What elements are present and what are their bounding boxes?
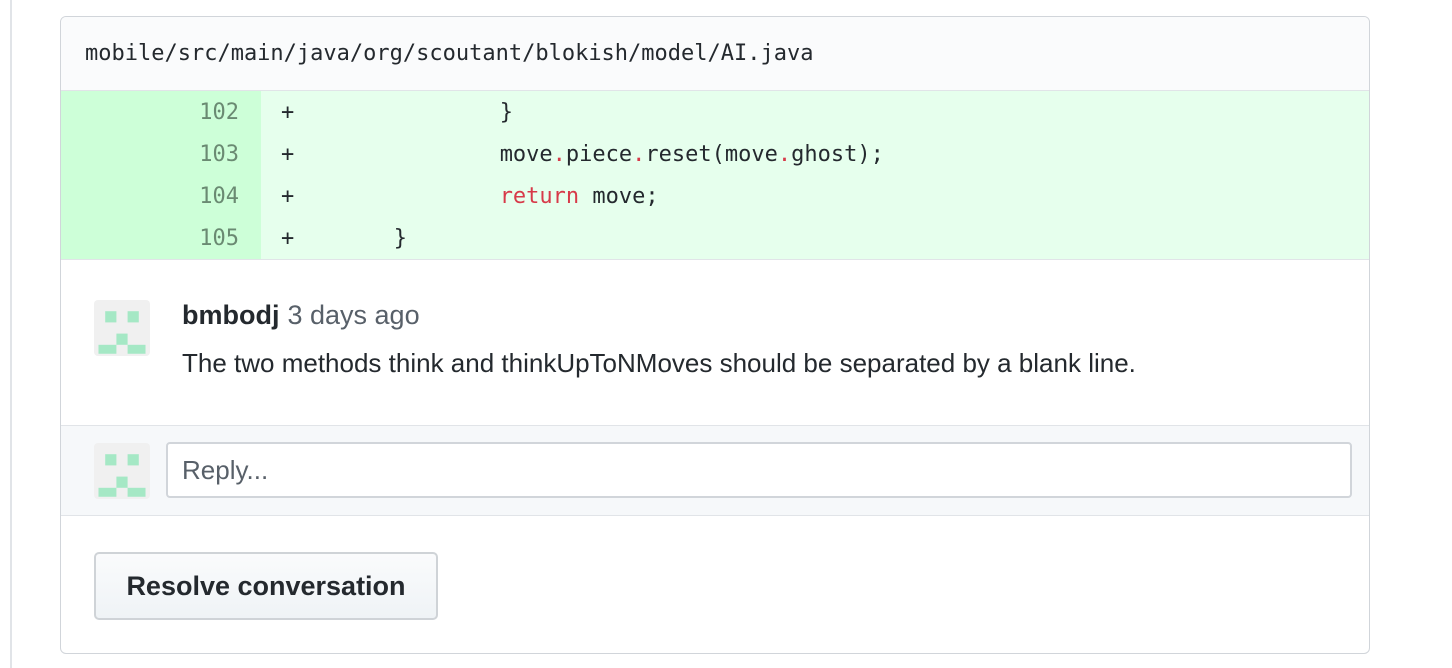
code-operator: . [777, 141, 792, 167]
added-marker: + [281, 225, 295, 251]
code-token: } [393, 225, 407, 251]
diff-line: 103 + move.piece.reset(move.ghost); [61, 133, 1369, 175]
comment-author[interactable]: bmbodj [182, 300, 279, 330]
code-token: piece [565, 141, 633, 167]
timeline-rule [10, 0, 12, 668]
line-number[interactable]: 102 [61, 91, 261, 133]
comment-header: bmbodj 3 days ago [182, 298, 420, 332]
resolve-conversation-button[interactable]: Resolve conversation [94, 552, 438, 620]
added-marker: + [281, 141, 295, 167]
line-code: + } [261, 217, 1369, 259]
code-token: move [499, 141, 553, 167]
reply-area [61, 426, 1369, 516]
diff-line: 105 + } [61, 217, 1369, 259]
line-number[interactable]: 104 [61, 175, 261, 217]
code-operator: . [632, 141, 646, 167]
line-code: + } [261, 91, 1369, 133]
diff-line: 102 + } [61, 91, 1369, 133]
comment-body: The two methods think and thinkUpToNMove… [182, 348, 1136, 378]
line-code: + move.piece.reset(move.ghost); [261, 133, 1369, 175]
added-marker: + [281, 183, 295, 209]
code-token: ghost); [791, 141, 884, 167]
review-comment: bmbodj 3 days ago The two methods think a… [61, 260, 1369, 426]
line-number[interactable]: 105 [61, 217, 261, 259]
added-marker: + [281, 99, 295, 125]
reply-input[interactable] [166, 442, 1352, 498]
code-keyword: return [499, 183, 580, 209]
code-token: reset(move [645, 141, 778, 167]
identicon-avatar-icon[interactable] [94, 300, 150, 356]
code-token: move; [579, 183, 659, 209]
code-token: } [499, 99, 513, 125]
diff-table: 102 + } 103 + move.piece.reset(move.ghos… [61, 91, 1369, 259]
code-operator: . [552, 141, 566, 167]
review-thread-card: mobile/src/main/java/org/scoutant/blokis… [60, 16, 1370, 654]
identicon-avatar-icon [94, 443, 150, 499]
diff-line: 104 + return move; [61, 175, 1369, 217]
file-path[interactable]: mobile/src/main/java/org/scoutant/blokis… [85, 41, 813, 66]
file-path-header: mobile/src/main/java/org/scoutant/blokis… [61, 17, 1369, 91]
comment-timestamp[interactable]: 3 days ago [287, 300, 419, 330]
line-code: + return move; [261, 175, 1369, 217]
line-number[interactable]: 103 [61, 133, 261, 175]
